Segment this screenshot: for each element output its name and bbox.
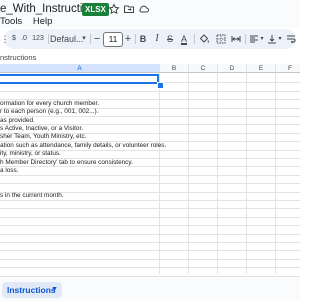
row-divider: [0, 208, 300, 210]
toolbar-divider: [90, 34, 91, 44]
font-size-decrease-button[interactable]: −: [92, 29, 102, 49]
toolbar-divider: [135, 34, 136, 44]
decrease-decimal-button[interactable]: .0: [18, 29, 30, 49]
toolbar: ⋮ $ .0 123 Defaul... ▾ − 11 + B I S A ▾ …: [1, 29, 297, 49]
column-header-f[interactable]: F: [276, 64, 300, 73]
cell-a-row[interactable]: as provided.: [0, 117, 35, 125]
sheet-bar: Instructions ▼: [0, 276, 300, 301]
column-header-b[interactable]: B: [160, 64, 189, 73]
font-size-increase-button[interactable]: +: [123, 29, 133, 49]
sheet-tab-instructions[interactable]: Instructions ▼: [2, 282, 62, 298]
row-divider: [0, 258, 300, 260]
number-format-button[interactable]: 123: [31, 29, 45, 49]
column-header-e[interactable]: E: [247, 64, 276, 73]
formula-content[interactable]: nstructions: [0, 51, 36, 64]
move-to-folder-icon[interactable]: [123, 3, 135, 15]
row-divider: [0, 216, 300, 218]
cloud-status-icon[interactable]: [138, 3, 150, 15]
row-divider: [0, 183, 300, 185]
formula-bar[interactable]: nstructions: [0, 51, 300, 64]
column-divider: [159, 73, 160, 274]
fill-color-icon[interactable]: [198, 33, 210, 45]
row-divider: [0, 242, 300, 243]
row-divider: [0, 225, 300, 227]
menu-help[interactable]: Help: [33, 16, 53, 27]
column-divider: [188, 73, 189, 274]
cell-a-row[interactable]: h Member Directory' tab to ensure consis…: [0, 159, 133, 167]
column-divider: [275, 73, 276, 274]
italic-button[interactable]: I: [151, 29, 163, 49]
column-header-a[interactable]: A: [0, 64, 160, 73]
star-icon[interactable]: [108, 3, 120, 15]
sheet-tab-dropdown-icon[interactable]: ▼: [51, 282, 58, 298]
row-divider: [0, 233, 300, 235]
row-divider: [0, 90, 300, 92]
bold-button[interactable]: B: [137, 29, 149, 49]
xlsx-badge: XLSX: [82, 3, 109, 16]
column-header-d[interactable]: D: [218, 64, 247, 73]
sheet-tab-label: Instructions: [7, 285, 56, 295]
title-bar: e_With_Instructions XLSX Tools Help: [0, 0, 300, 28]
row-divider: [0, 250, 300, 252]
valign-dropdown-icon[interactable]: ▾: [277, 29, 283, 49]
menu-bar: Tools Help: [0, 16, 60, 27]
font-name-select[interactable]: Defaul...: [50, 29, 84, 49]
column-header-c[interactable]: C: [189, 64, 218, 73]
menu-tools[interactable]: Tools: [0, 16, 22, 27]
borders-icon[interactable]: [215, 33, 227, 45]
cell-a-row[interactable]: a loss.: [0, 167, 18, 175]
font-size-input[interactable]: 11: [103, 32, 123, 47]
fill-handle[interactable]: [157, 82, 164, 89]
cell-a-row[interactable]: s in the current month.: [0, 192, 64, 200]
cell-a-row[interactable]: ity, ministry, or status.: [0, 150, 61, 158]
toolbar-divider: [245, 34, 246, 44]
column-divider: [217, 73, 218, 274]
spreadsheet-grid[interactable]: A B C D E F ormation for every church me…: [0, 64, 300, 274]
text-wrap-icon[interactable]: [285, 33, 297, 45]
row-divider: [0, 174, 300, 176]
cell-a-row[interactable]: r to each person (e.g., 001, 002...).: [0, 108, 98, 116]
cell-a-row[interactable]: sher Team, Youth Ministry, etc.: [0, 133, 86, 141]
row-divider: [0, 267, 300, 269]
strikethrough-button[interactable]: S: [164, 29, 176, 49]
cell-a-row[interactable]: ation such as attendance, family details…: [0, 142, 166, 150]
font-dropdown-icon[interactable]: ▾: [80, 29, 88, 49]
align-dropdown-icon[interactable]: ▾: [259, 29, 265, 49]
text-color-button[interactable]: A: [178, 29, 190, 49]
column-divider: [246, 73, 247, 274]
selected-cell[interactable]: [0, 74, 159, 84]
toolbar-divider: [194, 34, 195, 44]
cell-a-row[interactable]: s Active, Inactive, or a Visitor.: [0, 125, 83, 133]
toolbar-divider: [48, 34, 49, 44]
cell-a-row[interactable]: ormation for every church member.: [0, 100, 99, 108]
merge-cells-icon[interactable]: [230, 33, 242, 45]
